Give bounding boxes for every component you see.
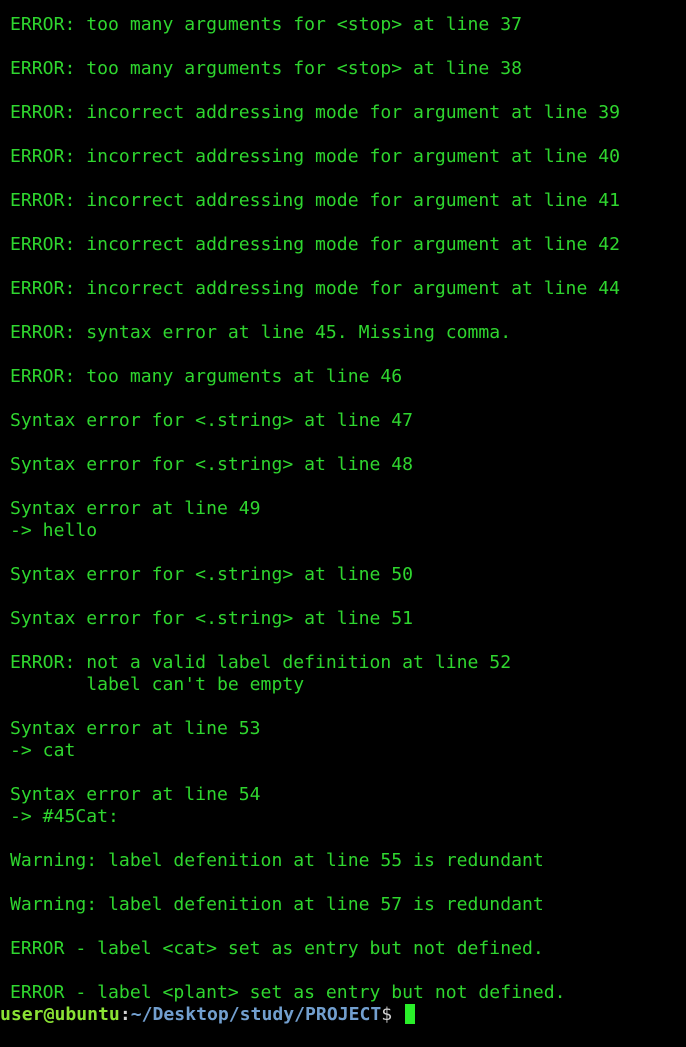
prompt-symbol: $ <box>381 1004 404 1025</box>
output-line: Warning: label defenition at line 57 is … <box>10 894 544 915</box>
output-line: Warning: label defenition at line 55 is … <box>10 850 544 871</box>
text-cursor[interactable] <box>405 1004 416 1024</box>
output-line: ERROR: too many arguments for <stop> at … <box>10 58 522 79</box>
prompt-user-host: user@ubuntu <box>0 1004 120 1025</box>
output-line: ERROR: incorrect addressing mode for arg… <box>10 234 621 255</box>
output-line: -> hello <box>10 520 98 541</box>
output-line: ERROR: too many arguments for <stop> at … <box>10 14 522 35</box>
output-line: ERROR - label <plant> set as entry but n… <box>10 982 566 1003</box>
output-line: ERROR: incorrect addressing mode for arg… <box>10 102 621 123</box>
output-line: Syntax error at line 53 <box>10 718 261 739</box>
output-line: Syntax error at line 54 <box>10 784 261 805</box>
output-line: ERROR: too many arguments at line 46 <box>10 366 403 387</box>
prompt-path: ~/Desktop/study/PROJECT <box>130 1004 382 1025</box>
output-line: -> #45Cat: <box>10 806 119 827</box>
output-line: ERROR: not a valid label definition at l… <box>10 652 512 673</box>
shell-prompt[interactable]: user@ubuntu:~/Desktop/study/PROJECT$ <box>0 1004 416 1026</box>
output-line: Syntax error for <.string> at line 51 <box>10 608 414 629</box>
output-line: label can't be empty <box>10 674 305 695</box>
terminal-output: ERROR: too many arguments for <stop> at … <box>10 14 620 1004</box>
output-line: ERROR: syntax error at line 45. Missing … <box>10 322 512 343</box>
output-line: ERROR: incorrect addressing mode for arg… <box>10 278 621 299</box>
output-line: Syntax error for <.string> at line 50 <box>10 564 414 585</box>
output-line: -> cat <box>10 740 76 761</box>
output-line: Syntax error for <.string> at line 48 <box>10 454 414 475</box>
prompt-separator: : <box>119 1004 131 1025</box>
output-line: ERROR - label <cat> set as entry but not… <box>10 938 544 959</box>
output-line: Syntax error at line 49 <box>10 498 261 519</box>
terminal-window[interactable]: ERROR: too many arguments for <stop> at … <box>0 0 686 1047</box>
output-line: ERROR: incorrect addressing mode for arg… <box>10 190 621 211</box>
output-line: Syntax error for <.string> at line 47 <box>10 410 414 431</box>
output-line: ERROR: incorrect addressing mode for arg… <box>10 146 621 167</box>
